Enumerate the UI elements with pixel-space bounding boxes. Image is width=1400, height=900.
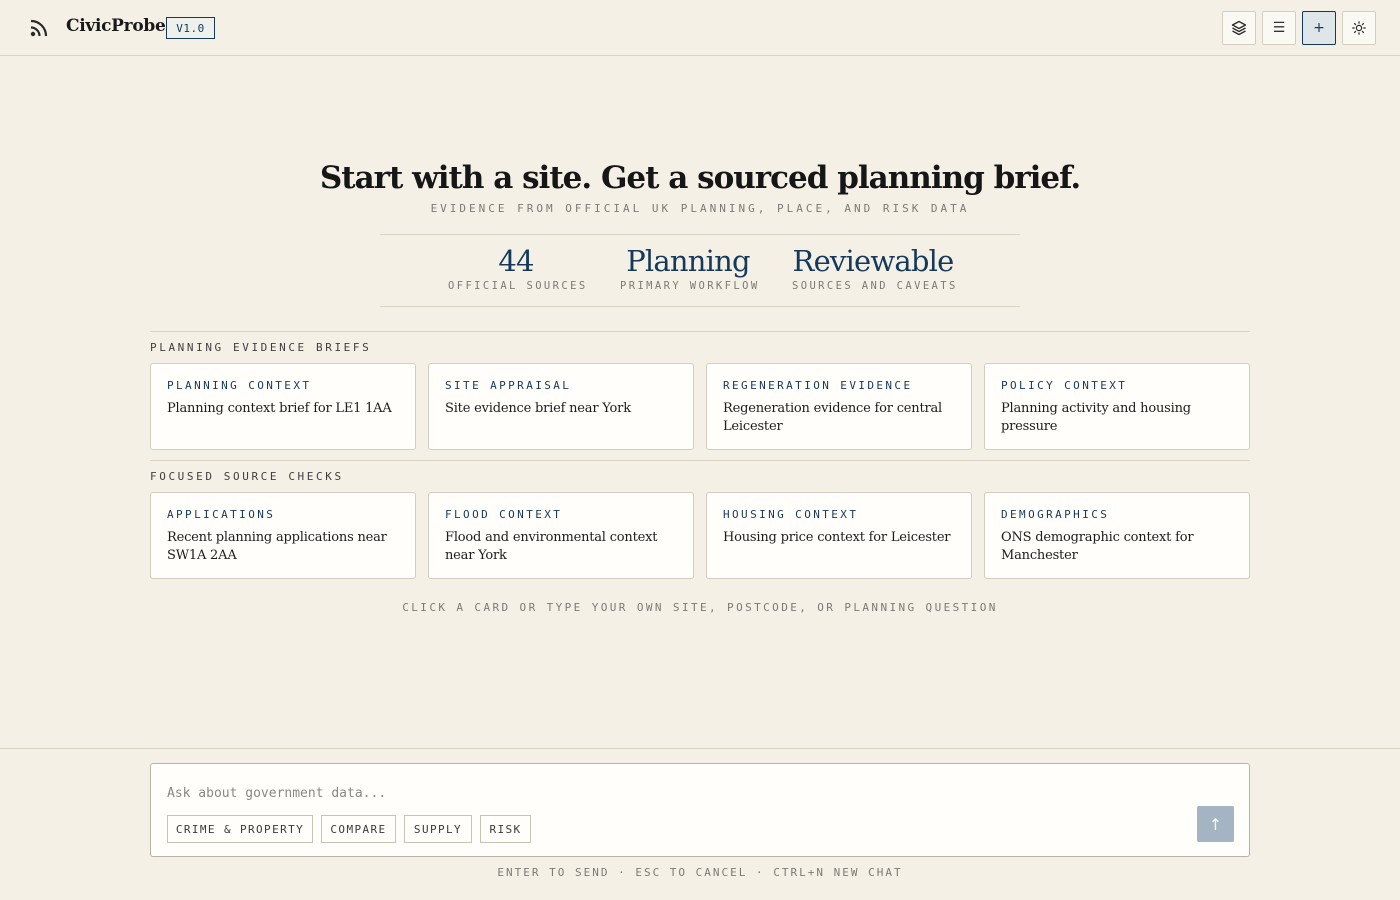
hero-title: Start with a site. Get a sourced plannin… [319,160,1081,196]
chip-crime-property[interactable]: CRIME & PROPERTY [167,815,313,843]
new-chat-button[interactable]: + [1302,11,1336,45]
stat-sources: 44 OFFICIAL SOURCES [448,243,588,292]
stats-bar: 44 OFFICIAL SOURCES Planning PRIMARY WOR… [380,234,1020,307]
card-regeneration-evidence[interactable]: REGENERATION EVIDENCE Regeneration evide… [706,363,972,450]
arrow-up-icon: ↑ [1208,814,1223,834]
card-kicker: SITE APPRAISAL [445,379,572,392]
layers-icon [1231,20,1247,36]
stat-reviewable: Reviewable SOURCES AND CAVEATS [792,243,958,292]
card-kicker: POLICY CONTEXT [1001,379,1128,392]
stat-value: 44 [498,244,534,278]
card-applications[interactable]: APPLICATIONS Recent planning application… [150,492,416,579]
card-kicker: PLANNING CONTEXT [167,379,312,392]
card-kicker: DEMOGRAPHICS [1001,508,1110,521]
stat-workflow: Planning PRIMARY WORKFLOW [620,243,760,292]
card-demographics[interactable]: DEMOGRAPHICS ONS demographic context for… [984,492,1250,579]
card-kicker: FLOOD CONTEXT [445,508,563,521]
stat-label: PRIMARY WORKFLOW [620,280,760,292]
card-policy-context[interactable]: POLICY CONTEXT Planning activity and hou… [984,363,1250,450]
send-button[interactable]: ↑ [1197,806,1234,842]
menu-button[interactable]: ☰ [1262,11,1296,45]
card-title: Site evidence brief near York [445,401,631,416]
section-label-checks: FOCUSED SOURCE CHECKS [150,470,344,483]
theme-toggle-button[interactable] [1342,11,1376,45]
card-flood-context[interactable]: FLOOD CONTEXT Flood and environmental co… [428,492,694,579]
card-title: Regeneration evidence for central Leices… [723,401,943,434]
layers-button[interactable] [1222,11,1256,45]
section-divider [150,331,1250,332]
card-kicker: APPLICATIONS [167,508,276,521]
chat-input[interactable] [167,782,1067,804]
card-title: Recent planning applications near SW1A 2… [167,530,387,563]
sun-icon [1352,21,1366,35]
stat-label: OFFICIAL SOURCES [448,280,588,292]
chip-supply[interactable]: SUPPLY [404,815,472,843]
keyboard-shortcuts: ENTER TO SEND · ESC TO CANCEL · CTRL+N N… [497,866,903,879]
helper-hint: CLICK A CARD OR TYPE YOUR OWN SITE, POST… [402,601,998,614]
chip-compare[interactable]: COMPARE [321,815,396,843]
chip-risk[interactable]: RISK [480,815,531,843]
card-site-appraisal[interactable]: SITE APPRAISAL Site evidence brief near … [428,363,694,450]
card-housing-context[interactable]: HOUSING CONTEXT Housing price context fo… [706,492,972,579]
card-title: Flood and environmental context near Yor… [445,530,658,563]
card-title: ONS demographic context for Manchester [1001,530,1194,563]
section-label-briefs: PLANNING EVIDENCE BRIEFS [150,341,372,354]
brand-name[interactable]: CivicProbe [66,16,166,36]
card-kicker: REGENERATION EVIDENCE [723,379,913,392]
hero-subtitle: EVIDENCE FROM OFFICIAL UK PLANNING, PLAC… [430,202,970,215]
stat-value: Reviewable [792,244,955,278]
stat-value: Planning [626,244,750,278]
version-badge: V1.0 [166,17,215,39]
card-title: Housing price context for Leicester [723,530,951,545]
section-divider [150,460,1250,461]
plus-icon: + [1313,20,1325,36]
stat-label: SOURCES AND CAVEATS [792,280,958,292]
composer-divider [0,748,1400,749]
app-header: CivicProbe V1.0 ☰ + [0,0,1400,56]
card-title: Planning activity and housing pressure [1001,401,1191,434]
menu-icon: ☰ [1272,20,1286,36]
rss-feed-icon [30,19,48,37]
card-planning-context[interactable]: PLANNING CONTEXT Planning context brief … [150,363,416,450]
card-title: Planning context brief for LE1 1AA [167,401,392,416]
chat-composer: CRIME & PROPERTY COMPARE SUPPLY RISK ↑ [150,763,1250,857]
card-kicker: HOUSING CONTEXT [723,508,859,521]
